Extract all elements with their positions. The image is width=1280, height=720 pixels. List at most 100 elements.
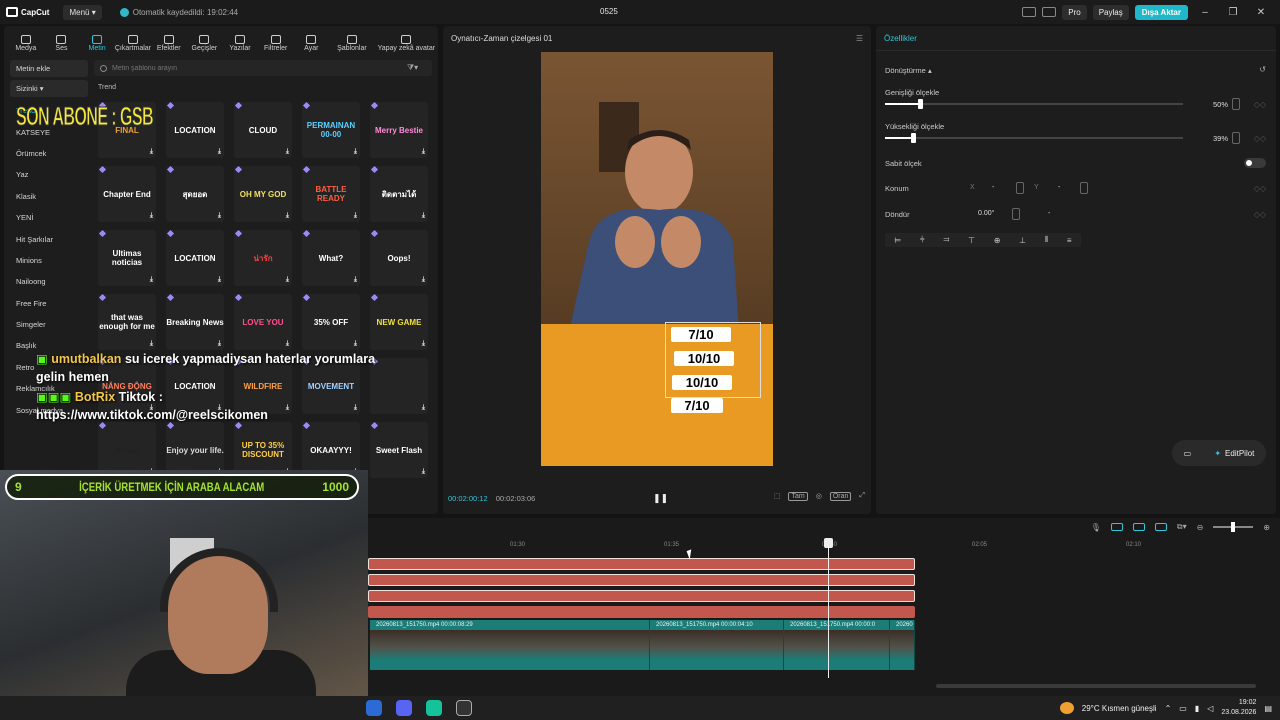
- mine-dropdown[interactable]: Sizinki ▾: [10, 80, 88, 97]
- download-icon[interactable]: ⤓: [354, 148, 357, 156]
- download-icon[interactable]: ⤓: [286, 276, 289, 284]
- download-icon[interactable]: ⤓: [422, 404, 425, 412]
- download-icon[interactable]: ⤓: [422, 148, 425, 156]
- pause-icon[interactable]: ❚❚: [653, 493, 668, 504]
- timeline-scrollbar[interactable]: [936, 684, 1256, 688]
- text-track[interactable]: [368, 558, 915, 570]
- text-template-tile[interactable]: Sweet Flash ⤓: [370, 421, 428, 478]
- split-icon[interactable]: ⧉▾: [1177, 522, 1187, 532]
- properties-title[interactable]: Özellikler: [884, 34, 917, 43]
- toolbar-adjust-button[interactable]: Ayar: [293, 35, 329, 52]
- maximize-icon[interactable]: ❐: [1222, 7, 1244, 18]
- download-icon[interactable]: ⤓: [286, 212, 289, 220]
- menu-icon[interactable]: ☰: [856, 34, 863, 43]
- text-template-tile[interactable]: LOCATION ⤓: [166, 229, 224, 286]
- link-icon[interactable]: [1110, 523, 1123, 531]
- align-center-icon[interactable]: ⫩: [920, 235, 925, 245]
- distribute-h-icon[interactable]: ⫴: [1045, 235, 1048, 245]
- download-icon[interactable]: ⤓: [218, 340, 221, 348]
- text-template-tile[interactable]: CLOUD ⤓: [234, 101, 292, 158]
- microphone-icon[interactable]: 🎙: [1091, 523, 1101, 532]
- text-template-tile[interactable]: BATTLE READY ⤓: [302, 165, 360, 222]
- distribute-v-icon[interactable]: ≡: [1067, 236, 1072, 245]
- video-clip[interactable]: 20260813_151750.mp4 00:00:08:29: [370, 620, 650, 670]
- snap-icon[interactable]: [1154, 523, 1167, 531]
- rotate-value[interactable]: 0.00°: [978, 210, 994, 217]
- height-stepper[interactable]: [1232, 132, 1240, 144]
- magnet-icon[interactable]: [1132, 523, 1145, 531]
- keyframe-icon[interactable]: ◇◇: [1254, 184, 1266, 193]
- toolbar-text-button[interactable]: Metin: [79, 35, 115, 52]
- chrome-icon[interactable]: [366, 700, 382, 716]
- video-preview[interactable]: 7/10 10/10 10/10 7/10: [541, 52, 773, 466]
- download-icon[interactable]: ⤓: [354, 276, 357, 284]
- toolbar-avatar-button[interactable]: Yapay zekâ avatar: [375, 35, 438, 52]
- text-template-tile[interactable]: Oops! ⤓: [370, 229, 428, 286]
- download-icon[interactable]: ⤓: [150, 148, 153, 156]
- sidebar-item[interactable]: Free Fire: [10, 293, 88, 314]
- menu-button[interactable]: Menü ▾: [63, 4, 102, 20]
- add-text-button[interactable]: Metin ekle: [10, 60, 88, 77]
- download-icon[interactable]: ⤓: [150, 340, 153, 348]
- project-name[interactable]: 0525: [600, 7, 618, 16]
- download-icon[interactable]: ⤓: [422, 468, 425, 476]
- sidebar-item[interactable]: Simgeler: [10, 314, 88, 335]
- download-icon[interactable]: ⤓: [218, 276, 221, 284]
- weather-text[interactable]: 29°C Kısmen güneşli: [1082, 704, 1157, 713]
- keyframe-icon[interactable]: ◇◇: [1254, 210, 1266, 219]
- score-selection-box[interactable]: 7/10 10/10 10/10 7/10: [665, 322, 761, 413]
- toolbar-sticker-button[interactable]: Çıkartmalar: [115, 35, 151, 52]
- download-icon[interactable]: ⤓: [150, 276, 153, 284]
- text-template-tile[interactable]: What? ⤓: [302, 229, 360, 286]
- crop-icon[interactable]: ⬚: [774, 492, 781, 501]
- height-scale-value[interactable]: 39%: [1213, 134, 1228, 143]
- text-template-tile[interactable]: that was enough for me ⤓: [98, 293, 156, 350]
- volume-icon[interactable]: ◁: [1207, 704, 1213, 713]
- download-icon[interactable]: ⤓: [354, 340, 357, 348]
- download-icon[interactable]: ⤓: [218, 212, 221, 220]
- network-icon[interactable]: ▭: [1179, 704, 1187, 713]
- pro-button[interactable]: Pro: [1062, 4, 1087, 20]
- keyframe-icon[interactable]: ◇◇: [1254, 134, 1266, 143]
- toolbar-audio-button[interactable]: Ses: [44, 35, 80, 52]
- playhead[interactable]: [824, 538, 833, 678]
- video-clip[interactable]: 20260813_151750.mp4 00:00:04:10: [650, 620, 784, 670]
- width-scale-slider[interactable]: [885, 99, 1183, 109]
- text-template-tile[interactable]: Ultimas noticias ⤓: [98, 229, 156, 286]
- text-template-tile[interactable]: Merry Bestie ⤓: [370, 101, 428, 158]
- toolbar-effects-button[interactable]: Efektler: [151, 35, 187, 52]
- toolbar-media-button[interactable]: Medya: [8, 35, 44, 52]
- clock[interactable]: 19:02 23.08.2026: [1221, 698, 1256, 718]
- uniform-scale-toggle[interactable]: [1244, 158, 1266, 168]
- video-clip[interactable]: 20260: [890, 620, 915, 670]
- zoom-out-icon[interactable]: ⊖: [1197, 523, 1204, 532]
- text-template-tile[interactable]: สุดยอด ⤓: [166, 165, 224, 222]
- mic-icon[interactable]: ▮: [1195, 704, 1199, 713]
- zoom-slider[interactable]: [1213, 522, 1254, 532]
- capcut-icon[interactable]: [456, 700, 472, 716]
- sidebar-item[interactable]: Nailoong: [10, 271, 88, 292]
- sidebar-item[interactable]: Yaz: [10, 164, 88, 185]
- sidebar-item[interactable]: Hit Şarkılar: [10, 228, 88, 249]
- rotate-stepper[interactable]: [1012, 208, 1020, 220]
- discord-icon[interactable]: [396, 700, 412, 716]
- text-template-tile[interactable]: NEW GAME ⤓: [370, 293, 428, 350]
- fullscreen-icon[interactable]: ⤢: [859, 492, 865, 501]
- download-icon[interactable]: ⤓: [422, 212, 425, 220]
- text-template-tile[interactable]: LOCATION ⤓: [166, 101, 224, 158]
- download-icon[interactable]: ⤓: [286, 148, 289, 156]
- rotate-dial[interactable]: -: [1048, 210, 1050, 217]
- download-icon[interactable]: ⤓: [422, 340, 425, 348]
- layout-icon[interactable]: [1022, 7, 1037, 17]
- sidebar-item[interactable]: Örümcek: [10, 143, 88, 164]
- transform-section[interactable]: Dönüştürme ▴: [885, 66, 932, 75]
- download-icon[interactable]: ⤓: [354, 212, 357, 220]
- download-icon[interactable]: ⤓: [422, 276, 425, 284]
- video-clip[interactable]: 20260813_151750.mp4 00:00:0: [784, 620, 890, 670]
- shortcuts-icon[interactable]: [1042, 7, 1057, 17]
- text-template-tile[interactable]: Breaking News ⤓: [166, 293, 224, 350]
- download-icon[interactable]: ⤓: [286, 340, 289, 348]
- text-template-tile[interactable]: LOVE YOU ⤓: [234, 293, 292, 350]
- editpilot-button[interactable]: ▭ ✦ EditPilot: [1172, 440, 1266, 466]
- text-template-tile[interactable]: ติดตามได้ ⤓: [370, 165, 428, 222]
